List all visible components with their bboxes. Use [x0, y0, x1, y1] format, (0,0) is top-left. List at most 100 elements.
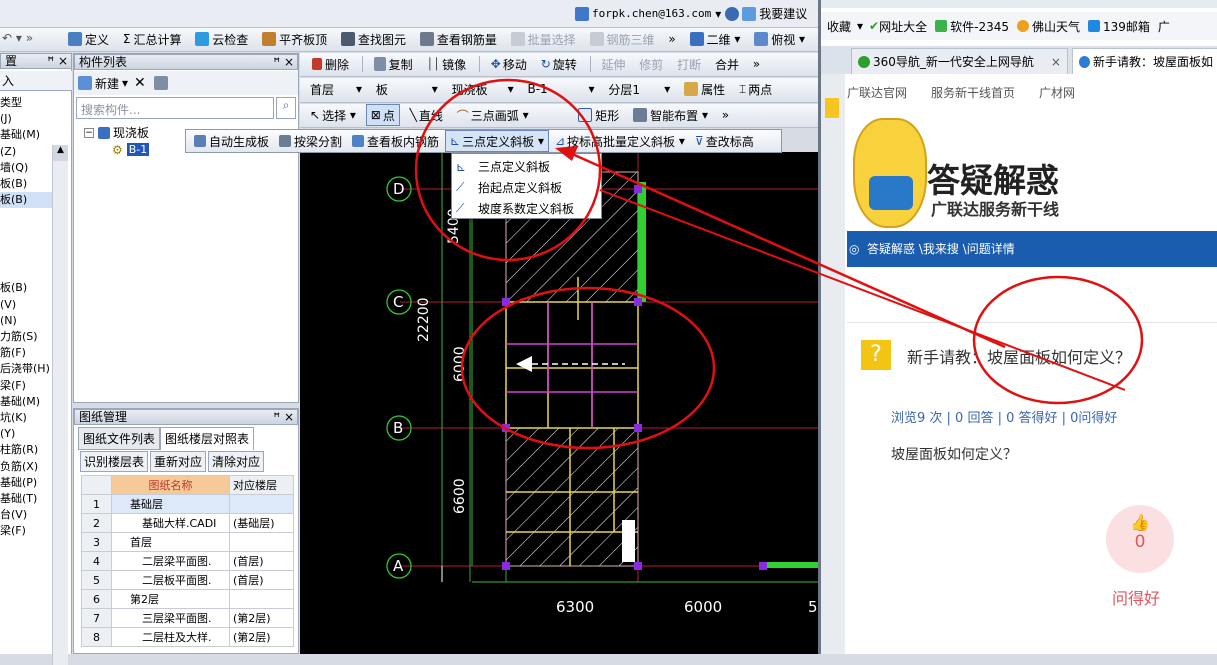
- member-select[interactable]: B-1 ▾: [523, 78, 598, 100]
- mirror-button[interactable]: ⏐⏐ 镜像: [423, 53, 471, 75]
- view-2d-select[interactable]: 二维 ▾: [686, 28, 745, 50]
- col-drawing-name[interactable]: 图纸名称: [111, 475, 230, 495]
- split-by-beam-button[interactable]: 按梁分割: [275, 130, 346, 152]
- tree-item[interactable]: 负筋(X): [0, 459, 54, 475]
- nav-link[interactable]: 广材网: [1039, 84, 1075, 104]
- auto-slab-button[interactable]: 自动生成板: [190, 130, 273, 152]
- table-row[interactable]: 7 三层梁平面图. (第2层): [81, 608, 294, 628]
- nav-link[interactable]: 服务新干线首页: [931, 84, 1015, 104]
- smart-layout-button[interactable]: 智能布置 ▾: [629, 104, 712, 126]
- batch-elev-slope-button[interactable]: ⊿ 按标高批量定义斜板 ▾: [551, 130, 689, 152]
- like-button[interactable]: 👍 0: [1106, 505, 1174, 573]
- edit-elev-button[interactable]: ⊽ 查改标高: [691, 130, 758, 152]
- suggest-link[interactable]: 我要建议: [759, 5, 807, 22]
- bookmark-item[interactable]: 收藏: [827, 18, 851, 35]
- tree-item[interactable]: 墙(Q): [0, 160, 54, 176]
- undo-icon[interactable]: ↶ ▾ »: [2, 31, 33, 45]
- bell-icon[interactable]: [725, 6, 740, 21]
- rotate-button[interactable]: ↻ 旋转: [537, 53, 581, 75]
- copy-button[interactable]: 复制: [370, 53, 417, 75]
- more-icon[interactable]: »: [718, 104, 733, 126]
- view-slab-rebar-button[interactable]: 查看板内钢筋: [348, 130, 443, 152]
- trim-button[interactable]: 修剪: [635, 53, 667, 75]
- move-button[interactable]: ✥ 移动: [487, 53, 531, 75]
- browser-tab-active[interactable]: 新手请教：坡屋面板如: [1071, 48, 1217, 74]
- bookmark-item[interactable]: 佛山天气: [1032, 18, 1080, 35]
- cloud-check-button[interactable]: 云检查: [191, 28, 252, 50]
- menu-item-slope-coeff[interactable]: ⟋ 坡度系数定义斜板: [452, 198, 601, 219]
- collapse-icon[interactable]: −: [84, 127, 94, 138]
- tree-root[interactable]: − 现浇板: [84, 124, 149, 141]
- tree-item[interactable]: 板(B): [0, 192, 54, 209]
- component-search-input[interactable]: 搜索构件...: [76, 97, 274, 119]
- summary-button[interactable]: Σ 汇总计算: [119, 28, 186, 50]
- side-icon[interactable]: [825, 98, 839, 118]
- tree-item[interactable]: 基础(T): [0, 491, 54, 507]
- account-area[interactable]: forpk.chen@163.com ▾ 我要建议: [575, 5, 807, 22]
- attr-button[interactable]: 属性: [680, 78, 729, 100]
- tree-item[interactable]: (J): [0, 111, 54, 127]
- define-button[interactable]: 定义: [64, 28, 113, 50]
- tree-item[interactable]: 基础(M): [0, 127, 54, 143]
- tree-item[interactable]: 类型: [0, 95, 54, 111]
- delete-button[interactable]: 删除: [308, 53, 353, 75]
- rect-button[interactable]: 矩形: [574, 104, 623, 126]
- new-button[interactable]: 新建: [95, 75, 119, 92]
- point-button[interactable]: ⊠ 点: [365, 104, 400, 126]
- pin-close-icons[interactable]: ꟸ ×: [273, 410, 294, 424]
- line-button[interactable]: ╲ 直线: [406, 104, 447, 126]
- table-row[interactable]: 6 第2层: [81, 589, 294, 609]
- tree-item[interactable]: 基础(P): [0, 475, 54, 491]
- cad-canvas[interactable]: D C B A 5400 22200 6000 6600 6300 6000 5: [300, 152, 818, 654]
- merge-button[interactable]: 合并: [711, 53, 743, 75]
- floor-select[interactable]: 首层 ▾: [306, 78, 366, 100]
- remap-button[interactable]: 重新对应: [150, 451, 207, 472]
- search-icon[interactable]: ⌕: [276, 97, 296, 119]
- delete-icon[interactable]: ✕: [134, 75, 146, 91]
- identify-floor-button[interactable]: 识别楼层表: [80, 451, 149, 472]
- align-top-button[interactable]: 平齐板顶: [258, 28, 331, 50]
- bookmark-item[interactable]: 广: [1158, 18, 1170, 35]
- bookmark-item[interactable]: 网址大全: [879, 18, 927, 35]
- tree-item[interactable]: 坑(K): [0, 410, 54, 426]
- tree-item[interactable]: (V): [0, 297, 54, 313]
- more-icon[interactable]: »: [749, 53, 764, 75]
- scroll-up-icon[interactable]: ▲: [53, 145, 68, 161]
- table-row[interactable]: 1 基础层: [81, 494, 294, 514]
- tree-item[interactable]: 梁(F): [0, 378, 54, 394]
- select-button[interactable]: ↖ 选择 ▾: [306, 104, 360, 126]
- more-icon[interactable]: »: [664, 28, 679, 50]
- tree-item[interactable]: 后浇带(H): [0, 361, 54, 377]
- table-row[interactable]: 5 二层板平面图. (首层): [81, 570, 294, 590]
- scrollbar[interactable]: ▲: [52, 145, 68, 665]
- type2-select[interactable]: 现浇板 ▾: [448, 78, 518, 100]
- tree-item[interactable]: (Y): [0, 426, 54, 442]
- tree-item[interactable]: 柱筋(R): [0, 442, 54, 458]
- rebar-qty-button[interactable]: 查看钢筋量: [416, 28, 501, 50]
- browser-tab[interactable]: 360导航_新一代安全上网导航 ×: [851, 48, 1068, 74]
- close-icon[interactable]: ×: [1051, 55, 1061, 69]
- tree-item[interactable]: 台(V): [0, 507, 54, 523]
- menu-item-lift-point[interactable]: ⟋ 抬起点定义斜板: [452, 177, 601, 198]
- tree-item[interactable]: (Z): [0, 144, 54, 160]
- table-row[interactable]: 8 二层柱及大样. (第2层): [81, 627, 294, 647]
- rebar-3d-button[interactable]: 钢筋三维: [586, 28, 659, 50]
- nav-link[interactable]: 广联达官网: [847, 84, 907, 104]
- view-top-select[interactable]: 俯视 ▾: [750, 28, 809, 50]
- tree-item[interactable]: 板(B): [0, 280, 54, 296]
- layer-select[interactable]: 分层1 ▾: [604, 78, 674, 100]
- copy-icon[interactable]: [153, 76, 168, 90]
- tree-item[interactable]: 力筋(S): [0, 329, 54, 345]
- break-button[interactable]: 打断: [673, 53, 705, 75]
- bookmark-item[interactable]: 139邮箱: [1103, 18, 1150, 35]
- tab-file-list[interactable]: 图纸文件列表: [78, 427, 161, 450]
- tab-floor-map[interactable]: 图纸楼层对照表: [160, 427, 255, 450]
- tree-item[interactable]: (N): [0, 313, 54, 329]
- extend-button[interactable]: 延伸: [597, 53, 629, 75]
- table-row[interactable]: 2 基础大样.CADI (基础层): [81, 513, 294, 533]
- three-point-slope-button[interactable]: ⊾ 三点定义斜板 ▾: [445, 130, 549, 152]
- two-point-button[interactable]: ⌶ 两点: [735, 78, 776, 100]
- tree-item[interactable]: 梁(F): [0, 523, 54, 539]
- tree-item[interactable]: 板(B): [0, 176, 54, 192]
- table-row[interactable]: 3 首层: [81, 532, 294, 552]
